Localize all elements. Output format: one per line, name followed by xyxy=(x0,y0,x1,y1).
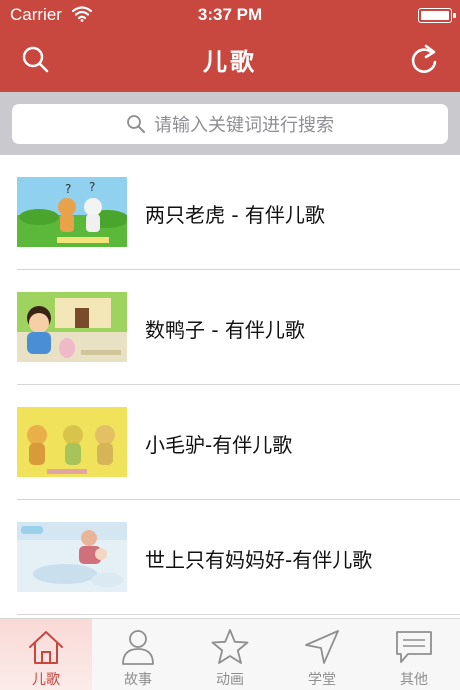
message-icon xyxy=(396,631,432,663)
song-thumbnail xyxy=(17,292,127,362)
song-list: ? ? 两只老虎 - 有伴儿歌 数鸭子 - 有伴儿歌 小毛驴-有伴儿歌 世上只有… xyxy=(0,155,460,618)
divider xyxy=(17,614,460,615)
battery-icon xyxy=(418,8,456,23)
song-thumbnail: ? ? xyxy=(17,177,127,247)
search-placeholder: 请输入关键词进行搜索 xyxy=(154,115,334,136)
person-icon xyxy=(122,630,154,665)
star-icon xyxy=(211,629,249,664)
search-bar-area: 请输入关键词进行搜索 xyxy=(0,92,460,155)
refresh-button[interactable] xyxy=(406,42,442,78)
home-icon xyxy=(29,631,63,664)
navigation-arrow-icon xyxy=(305,630,339,664)
list-item[interactable]: 数鸭子 - 有伴儿歌 xyxy=(0,270,460,385)
page-title: 儿歌 xyxy=(203,48,257,76)
tab-label: 故事 xyxy=(124,672,152,688)
search-icon xyxy=(127,115,145,133)
svg-text:?: ? xyxy=(89,180,95,194)
search-input[interactable]: 请输入关键词进行搜索 xyxy=(12,104,448,144)
list-item[interactable]: 世上只有妈妈好-有伴儿歌 xyxy=(0,500,460,615)
tab-others[interactable]: 其他 xyxy=(368,619,460,690)
status-time: 3:37 PM xyxy=(197,5,263,24)
tab-label: 儿歌 xyxy=(32,672,60,688)
song-title: 小毛驴-有伴儿歌 xyxy=(145,433,293,457)
tab-stories[interactable]: 故事 xyxy=(92,619,184,690)
list-item[interactable]: ? ? 两只老虎 - 有伴儿歌 xyxy=(0,155,460,270)
tab-children-songs[interactable]: 儿歌 xyxy=(0,619,92,690)
status-bar: Carrier 3:37 PM xyxy=(0,0,460,30)
song-thumbnail xyxy=(17,522,127,592)
tab-animation[interactable]: 动画 xyxy=(184,619,276,690)
list-item[interactable]: 小毛驴-有伴儿歌 xyxy=(0,385,460,500)
app-header: Carrier 3:37 PM 儿歌 xyxy=(0,0,460,92)
svg-text:?: ? xyxy=(65,182,71,196)
song-title: 世上只有妈妈好-有伴儿歌 xyxy=(145,548,373,572)
tab-classroom[interactable]: 学堂 xyxy=(276,619,368,690)
tab-label: 学堂 xyxy=(308,672,336,688)
tab-label: 其他 xyxy=(400,672,428,688)
navigation-bar: 儿歌 xyxy=(0,30,460,92)
song-title: 数鸭子 - 有伴儿歌 xyxy=(145,318,305,342)
refresh-icon xyxy=(411,44,437,73)
tab-label: 动画 xyxy=(216,672,244,688)
song-thumbnail xyxy=(17,407,127,477)
song-title: 两只老虎 - 有伴儿歌 xyxy=(145,203,325,227)
tab-bar: 儿歌 故事 动画 学堂 其他 xyxy=(0,618,460,690)
